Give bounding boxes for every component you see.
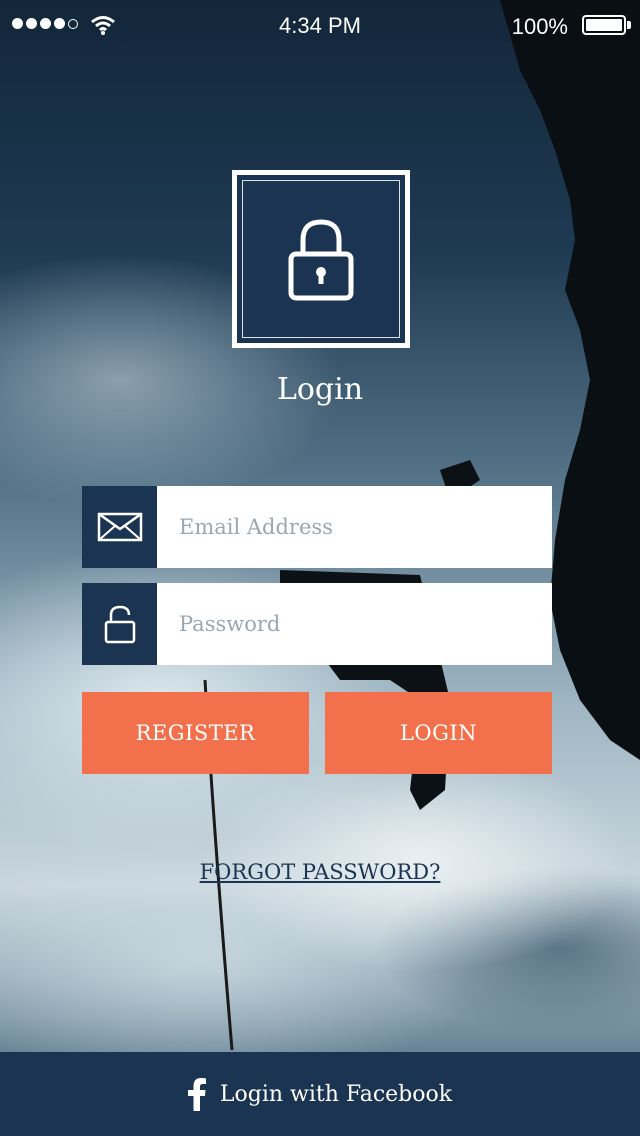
login-button[interactable]: LOGIN	[325, 692, 552, 774]
padlock-icon	[104, 605, 135, 644]
password-input[interactable]	[157, 583, 552, 665]
page-title: Login	[276, 372, 364, 407]
register-button[interactable]: REGISTER	[82, 692, 309, 774]
battery-percentage: 100%	[511, 14, 568, 39]
password-field-group	[82, 583, 552, 665]
facebook-icon	[187, 1078, 206, 1111]
status-bar: 4:34 PM 100%	[0, 0, 640, 52]
facebook-login-button[interactable]: Login with Facebook	[0, 1052, 640, 1136]
facebook-login-label: Login with Facebook	[219, 1081, 453, 1107]
logo	[232, 170, 410, 348]
envelope-icon	[97, 512, 142, 542]
email-field-group	[82, 486, 552, 568]
forgot-password-link[interactable]: FORGOT PASSWORD?	[0, 860, 640, 884]
email-input[interactable]	[157, 486, 552, 568]
padlock-icon	[288, 219, 354, 301]
battery-icon	[582, 15, 626, 35]
